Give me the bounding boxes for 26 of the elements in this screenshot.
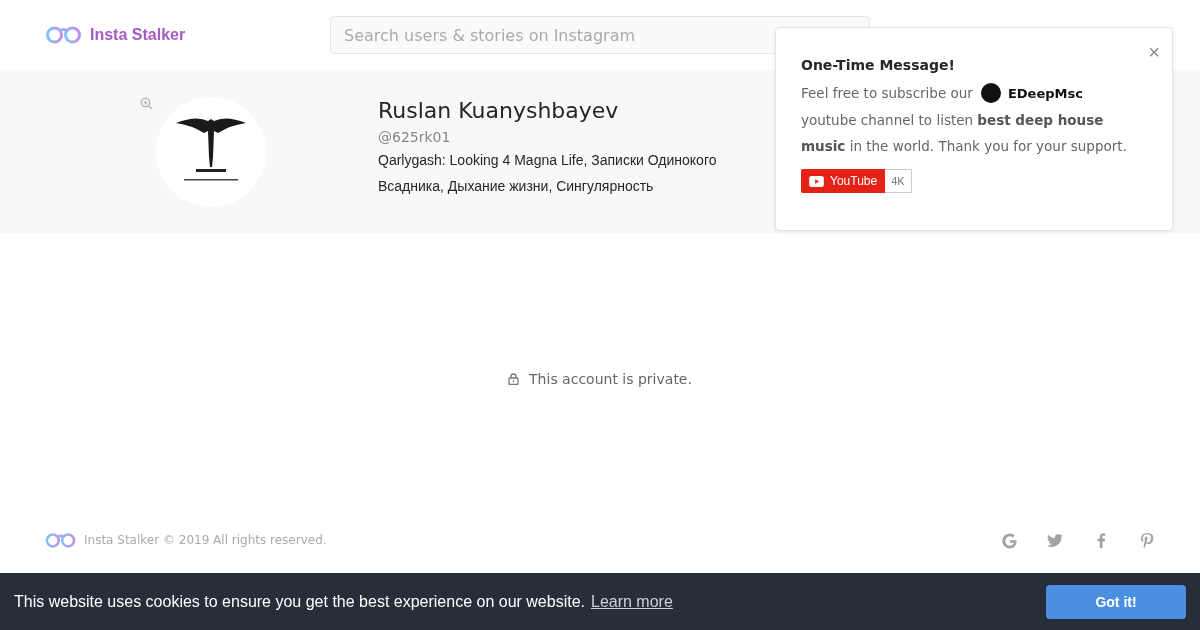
popup-text: Feel free to subscribe our bbox=[801, 85, 973, 101]
brand-name[interactable]: Insta Stalker bbox=[90, 26, 186, 44]
cookie-message: This website uses cookies to ensure you get the best experience on our website. bbox=[14, 592, 585, 611]
private-message: This account is private. bbox=[529, 371, 692, 387]
play-icon bbox=[809, 175, 824, 187]
close-button[interactable]: × bbox=[1148, 42, 1160, 62]
twitter-icon[interactable] bbox=[1047, 531, 1063, 549]
google-icon[interactable] bbox=[1001, 531, 1017, 549]
subscriber-count: 4K bbox=[885, 169, 912, 193]
learn-more-link[interactable]: Learn more bbox=[591, 592, 673, 611]
binoculars-logo-icon bbox=[45, 531, 76, 549]
zoom-in-icon[interactable] bbox=[140, 97, 153, 110]
channel-link[interactable]: EDeepMsc bbox=[980, 83, 1083, 103]
binoculars-logo-icon[interactable] bbox=[45, 25, 82, 45]
youtube-button[interactable]: YouTube bbox=[801, 169, 886, 193]
popup-title: One-Time Message! bbox=[801, 57, 956, 73]
channel-name[interactable]: EDeepMsc bbox=[1007, 85, 1083, 101]
pinterest-icon[interactable] bbox=[1139, 531, 1155, 549]
popup-text: youtube channel to listen best deep house music in the world. Thank you for your support. bbox=[801, 111, 1128, 156]
profile-name: Ruslan Kuanyshbayev bbox=[378, 98, 620, 123]
channel-avatar-icon bbox=[980, 83, 1001, 103]
username: @625rk01 bbox=[378, 129, 452, 145]
copyright-text: Insta Stalker © 2019 All rights reserved. bbox=[84, 533, 327, 547]
got-it-button[interactable]: Got it! bbox=[1046, 584, 1186, 619]
lock-icon bbox=[508, 373, 520, 385]
profile-bio: Qarlygash: Looking 4 Magna Life, Записки Одинокого Всадника, Дыхание жизни, Сингулярность bbox=[378, 151, 718, 196]
